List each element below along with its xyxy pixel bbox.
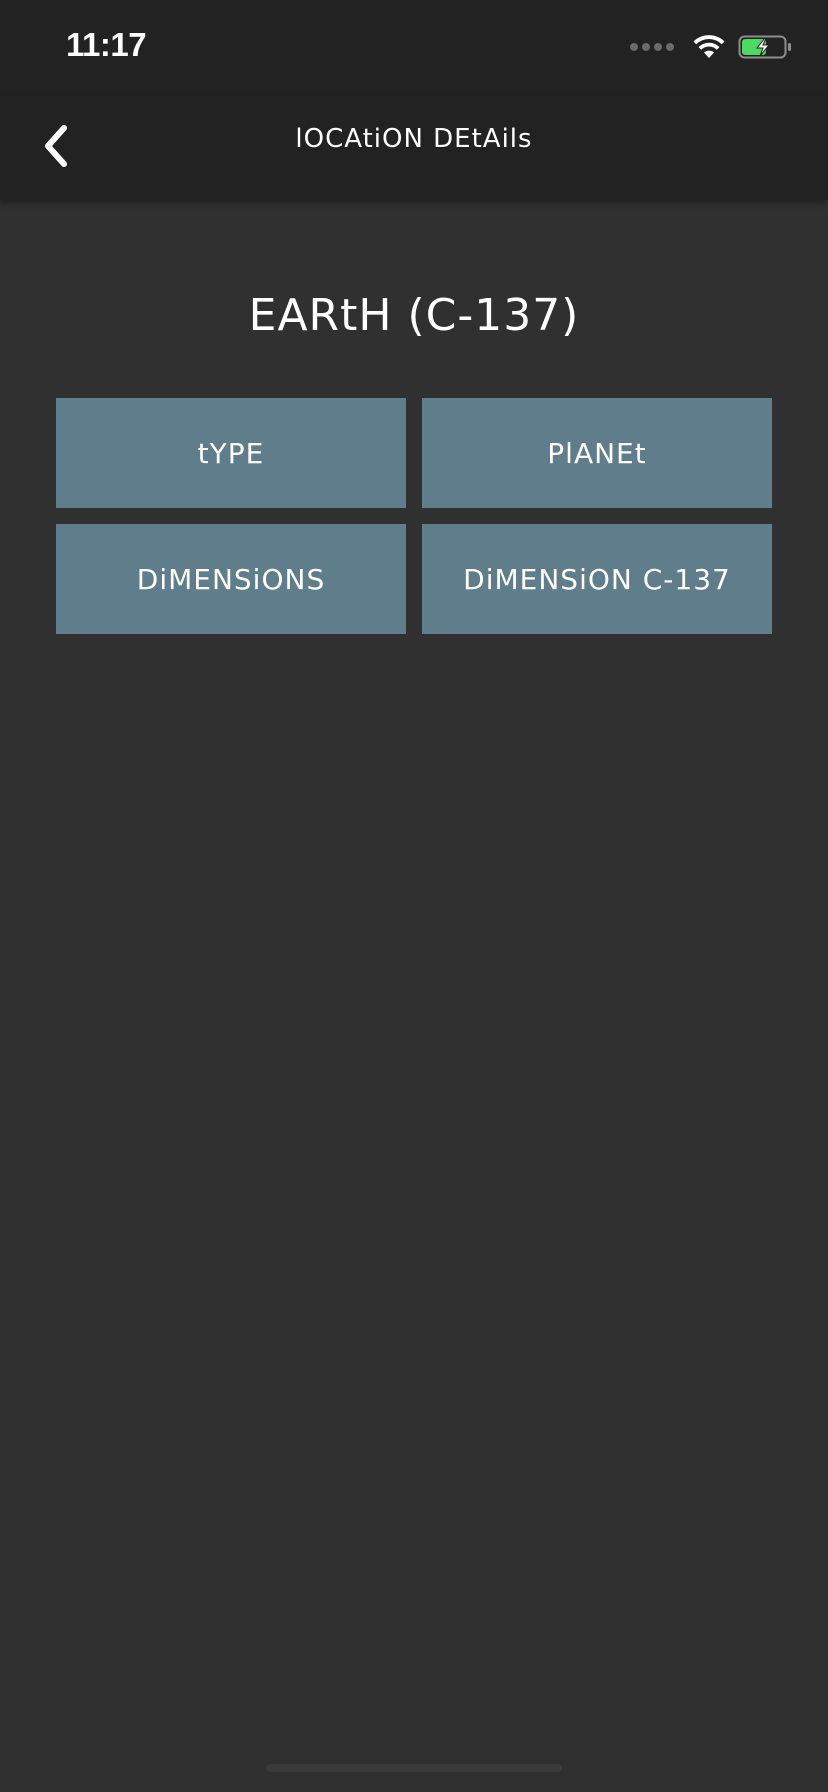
type-label-cell: tYPE xyxy=(56,398,406,508)
home-indicator[interactable] xyxy=(266,1764,562,1772)
status-icons xyxy=(630,34,794,60)
dimensions-label-cell: DiMENSiONS xyxy=(56,524,406,634)
status-time: 11:17 xyxy=(66,26,147,63)
dimensions-value-cell: DiMENSiON C-137 xyxy=(422,524,772,634)
type-value-cell: PlANEt xyxy=(422,398,772,508)
page-title: lOCAtiON DEtAils xyxy=(295,124,533,154)
location-name: EARtH (C-137) xyxy=(248,290,580,341)
signal-dots-icon xyxy=(630,43,674,51)
status-bar: 11:17 xyxy=(0,0,828,96)
navigation-bar: lOCAtiON DEtAils xyxy=(0,96,828,200)
wifi-icon xyxy=(693,35,725,58)
details-grid: tYPE PlANEt DiMENSiONS DiMENSiON C-137 xyxy=(56,398,772,634)
battery-charging-icon xyxy=(738,35,791,59)
